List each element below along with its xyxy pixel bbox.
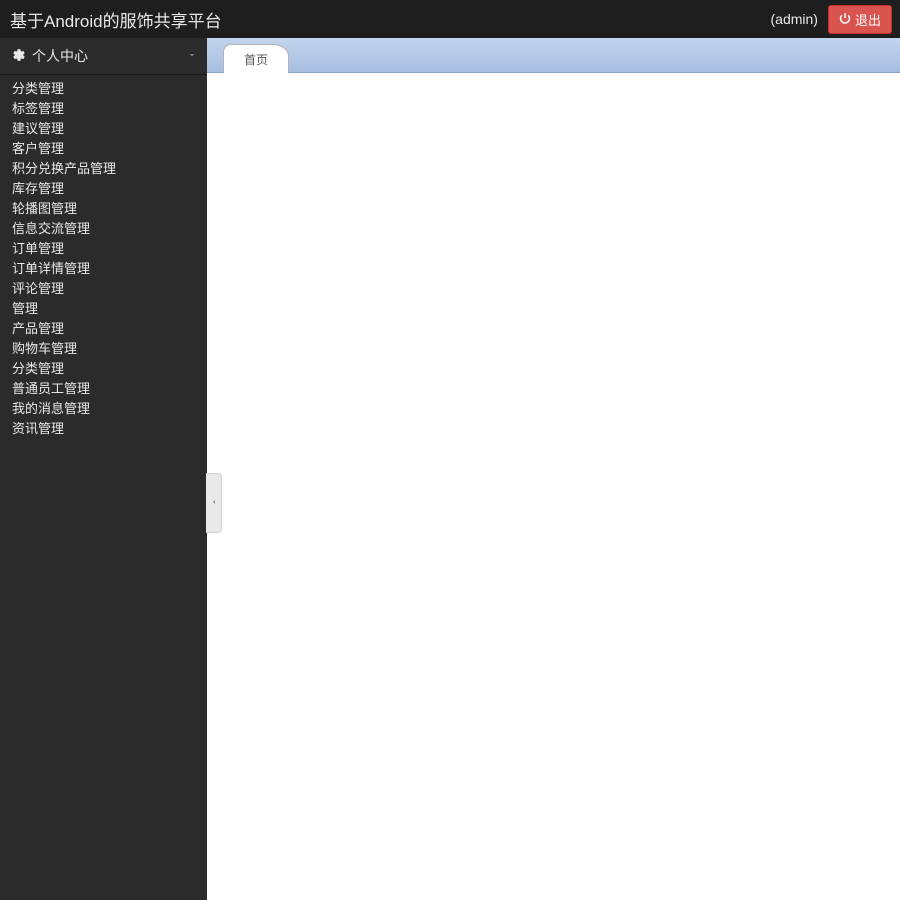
sidebar-item[interactable]: 订单详情管理 xyxy=(12,259,207,279)
sidebar-item[interactable]: 客户管理 xyxy=(12,139,207,159)
header-right: (admin) 退出 xyxy=(771,5,892,34)
sidebar-item[interactable]: 我的消息管理 xyxy=(12,399,207,419)
app-title: 基于Android的服饰共享平台 xyxy=(10,7,222,32)
sidebar-item[interactable]: 管理 xyxy=(12,299,207,319)
user-label: (admin) xyxy=(771,11,818,27)
power-icon xyxy=(839,12,851,27)
sidebar-item[interactable]: 购物车管理 xyxy=(12,339,207,359)
tab-home[interactable]: 首页 xyxy=(223,44,289,73)
sidebar-item[interactable]: 分类管理 xyxy=(12,79,207,99)
main-area: 首页 xyxy=(207,38,900,900)
sidebar-collapse-handle[interactable] xyxy=(206,473,222,533)
sidebar-item[interactable]: 信息交流管理 xyxy=(12,219,207,239)
sidebar-item[interactable]: 订单管理 xyxy=(12,239,207,259)
header-bar: 基于Android的服饰共享平台 (admin) 退出 xyxy=(0,0,900,38)
tabs-bar: 首页 xyxy=(207,38,900,73)
logout-label: 退出 xyxy=(855,10,881,29)
sidebar-item[interactable]: 建议管理 xyxy=(12,119,207,139)
gears-icon xyxy=(12,48,26,65)
sidebar-header-personal[interactable]: 个人中心 xyxy=(0,38,207,75)
logout-button[interactable]: 退出 xyxy=(828,5,892,34)
sidebar-item[interactable]: 库存管理 xyxy=(12,179,207,199)
sidebar: 个人中心 分类管理标签管理建议管理客户管理积分兑换产品管理库存管理轮播图管理信息… xyxy=(0,38,207,900)
sidebar-item[interactable]: 产品管理 xyxy=(12,319,207,339)
sidebar-item[interactable]: 普通员工管理 xyxy=(12,379,207,399)
sidebar-header-label: 个人中心 xyxy=(32,46,88,66)
chevron-left-icon xyxy=(210,494,218,512)
sidebar-items: 分类管理标签管理建议管理客户管理积分兑换产品管理库存管理轮播图管理信息交流管理订… xyxy=(0,75,207,439)
sidebar-item[interactable]: 标签管理 xyxy=(12,99,207,119)
sidebar-item[interactable]: 资讯管理 xyxy=(12,419,207,439)
sidebar-item[interactable]: 轮播图管理 xyxy=(12,199,207,219)
content-area xyxy=(207,73,900,900)
sidebar-item[interactable]: 积分兑换产品管理 xyxy=(12,159,207,179)
chevron-down-icon xyxy=(187,47,197,65)
sidebar-item[interactable]: 评论管理 xyxy=(12,279,207,299)
sidebar-item[interactable]: 分类管理 xyxy=(12,359,207,379)
